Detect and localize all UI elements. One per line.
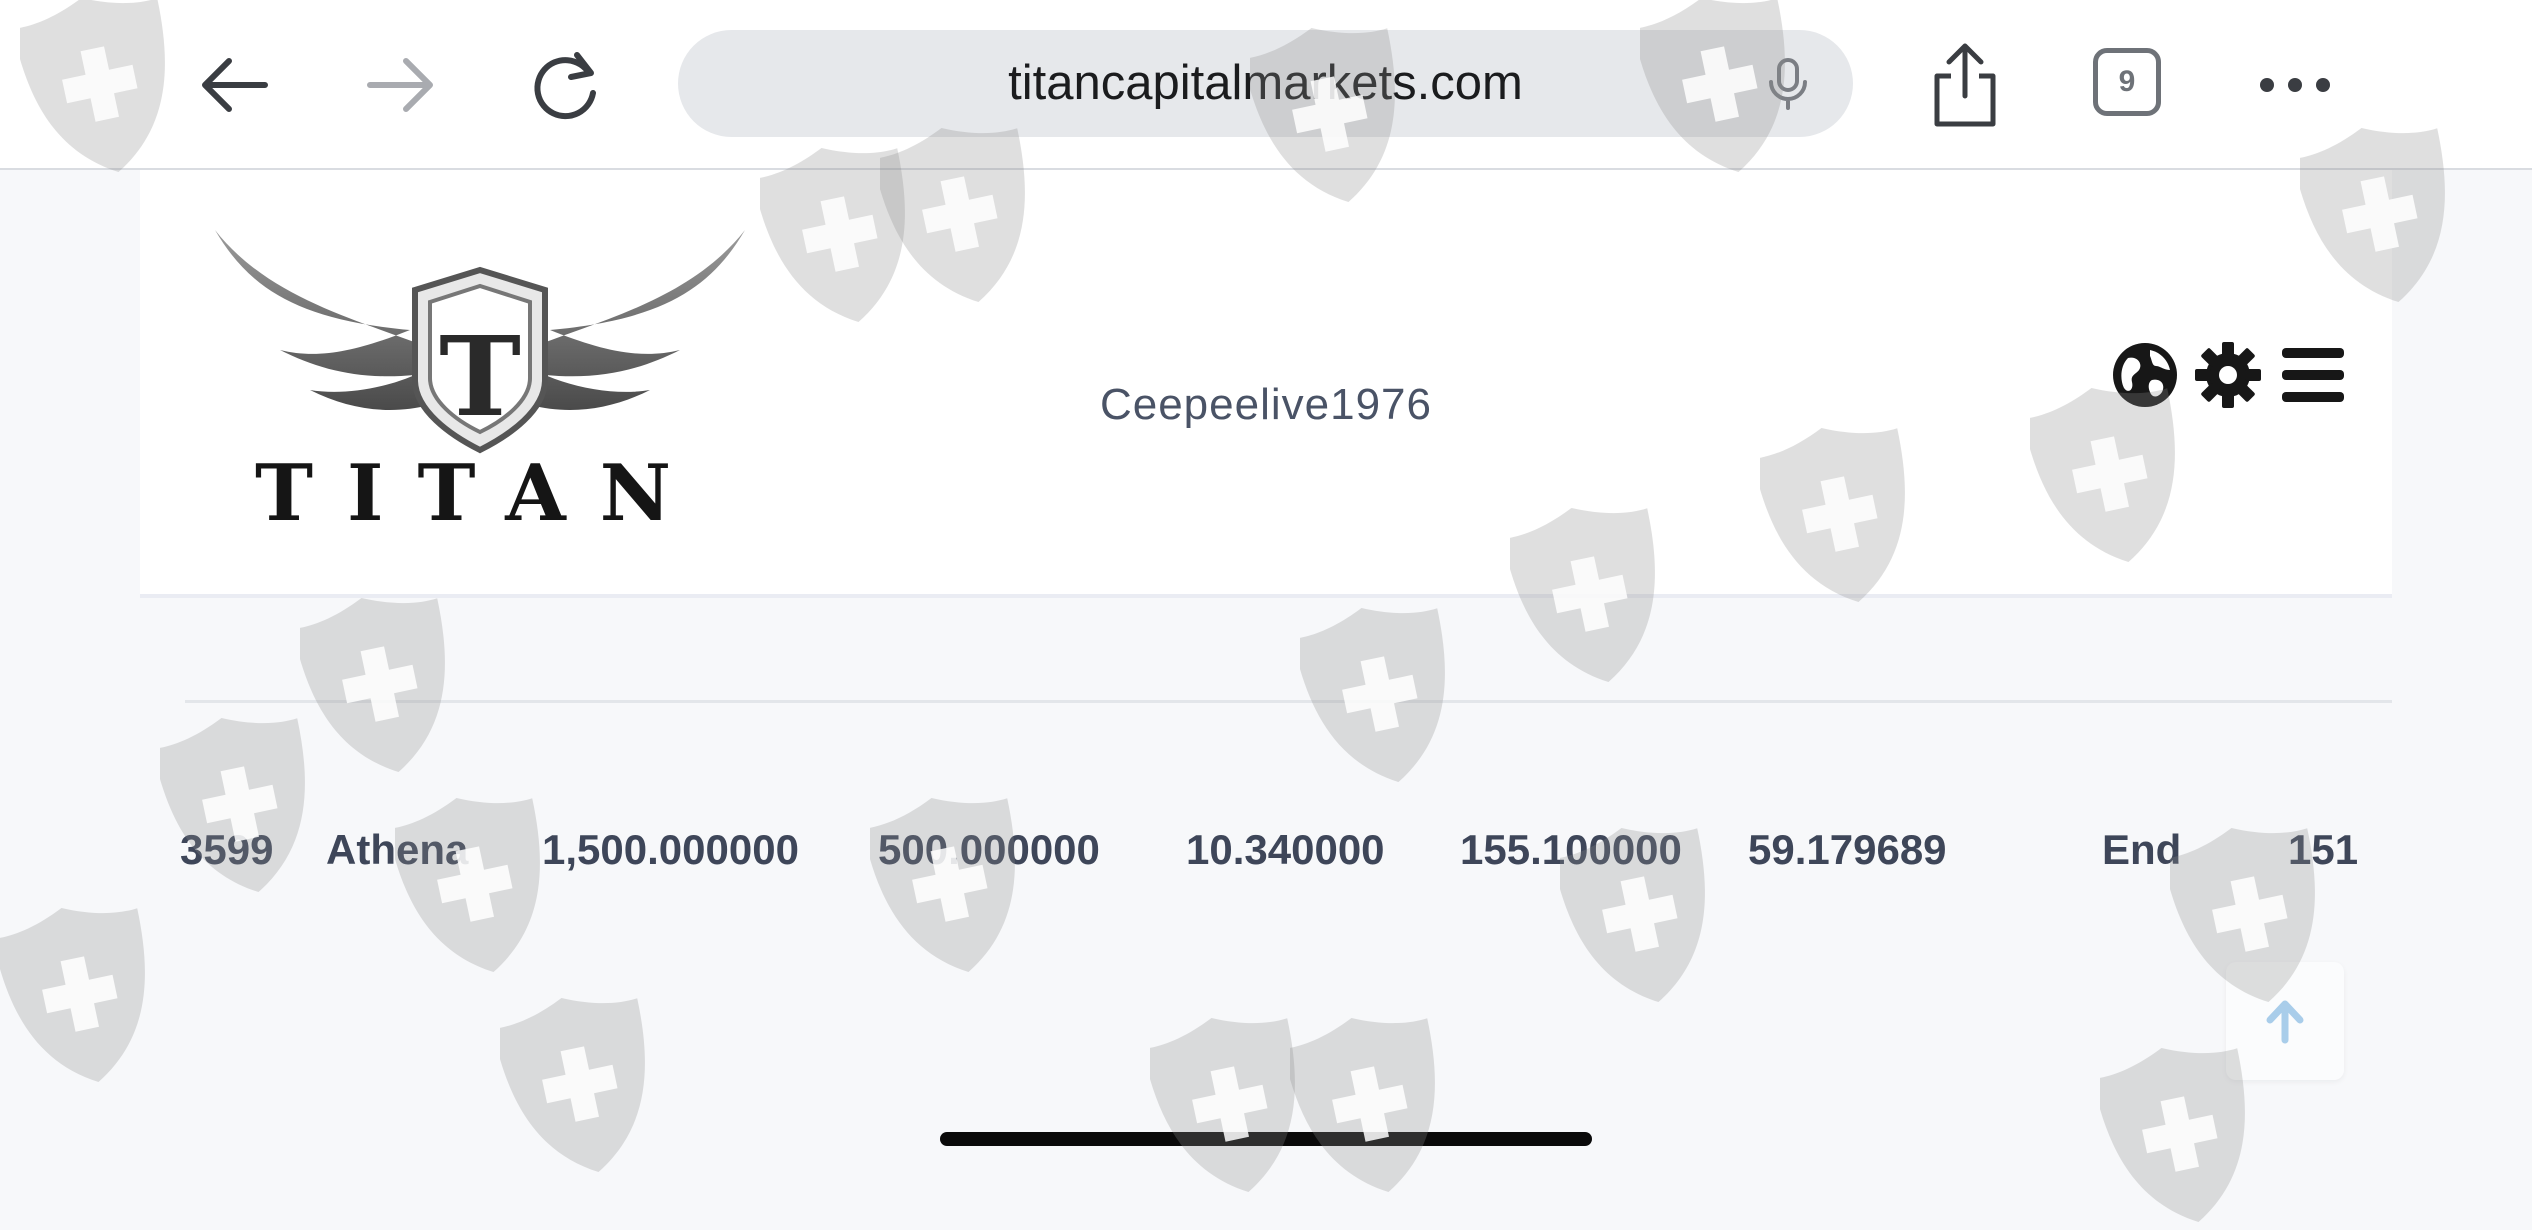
site-header: T TITAN Ceepeelive1976 (140, 170, 2392, 598)
hamburger-menu-icon[interactable] (2278, 340, 2348, 410)
browser-toolbar: titancapitalmarkets.com 9 (0, 0, 2532, 170)
cell-value-5: 59.179689 (1748, 826, 1947, 873)
back-button[interactable] (190, 40, 280, 130)
globe-icon[interactable] (2110, 340, 2180, 410)
reload-button[interactable] (522, 40, 612, 130)
watermark-shield-icon (1150, 1017, 1295, 1193)
section-divider (185, 700, 2392, 703)
forward-button[interactable] (355, 40, 445, 130)
cell-value-1: 1,500.000000 (542, 826, 799, 873)
cell-value-2: 500.000000 (878, 826, 1100, 873)
arrow-left-icon (202, 58, 268, 112)
watermark-shield-icon (500, 997, 645, 1173)
cell-value-4: 155.100000 (1460, 826, 1682, 873)
gear-icon[interactable] (2193, 340, 2263, 410)
watermark-shield-icon (0, 907, 145, 1083)
more-icon[interactable] (2255, 70, 2335, 100)
cell-name: Athena (326, 826, 469, 873)
watermark-shield-icon (870, 797, 1015, 973)
reload-icon (534, 52, 596, 120)
watermark-shield-icon (1300, 607, 1445, 783)
watermark-shield-icon (1290, 1017, 1435, 1193)
titan-logo[interactable]: T TITAN (210, 210, 750, 530)
arrow-right-icon (367, 58, 433, 112)
tab-count: 9 (2118, 65, 2136, 98)
watermark-shield-icon (395, 797, 540, 973)
cell-id: 3599 (180, 826, 274, 873)
tabs-button[interactable]: 9 (2093, 48, 2161, 116)
scroll-to-top-button[interactable] (2226, 962, 2344, 1080)
url-text: titancapitalmarkets.com (1008, 56, 1523, 110)
cell-last: 151 (2288, 826, 2359, 873)
share-icon[interactable] (1925, 40, 2005, 130)
logo-text: TITAN (255, 448, 705, 530)
arrow-up-icon (2266, 1000, 2304, 1044)
address-bar[interactable]: titancapitalmarkets.com (678, 30, 1853, 137)
cell-value-3: 10.340000 (1186, 826, 1385, 873)
cell-status: End (2102, 826, 2182, 873)
watermark-shield-icon (300, 597, 445, 773)
home-indicator (940, 1132, 1592, 1146)
username-label: Ceepeelive1976 (1099, 380, 1433, 429)
microphone-icon[interactable] (1763, 58, 1813, 110)
